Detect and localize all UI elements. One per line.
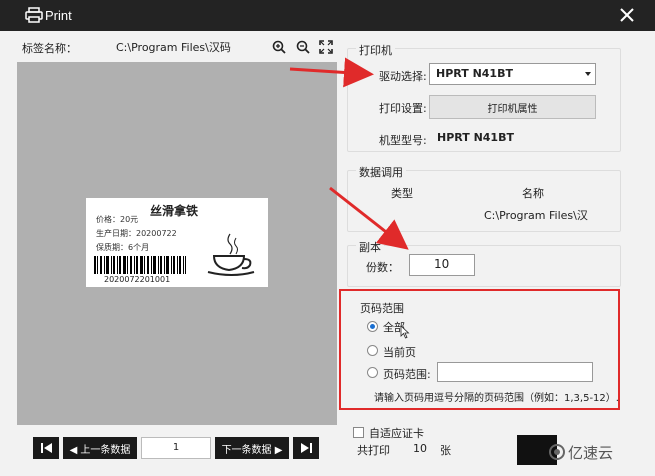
coffee-cup-icon xyxy=(207,233,255,276)
printer-properties-button[interactable]: 打印机属性 xyxy=(429,95,596,119)
auto-card-label[interactable]: 自适应证卡 xyxy=(369,425,424,441)
driver-select[interactable]: HPRT N41BT xyxy=(429,63,596,85)
zoom-in-icon[interactable] xyxy=(272,40,286,54)
page-range-input[interactable] xyxy=(437,362,593,382)
close-icon[interactable] xyxy=(617,5,637,25)
barcode xyxy=(94,256,186,274)
page-range-hint: 请输入页码用逗号分隔的页码范围（例如：1,3,5-12）. xyxy=(374,393,619,404)
auto-card-checkbox[interactable] xyxy=(353,427,364,438)
total-prefix: 共打印 xyxy=(357,444,390,457)
copies-label: 份数： xyxy=(366,261,399,274)
settings-label: 打印设置: xyxy=(379,102,427,115)
copies-group-title: 副本 xyxy=(356,239,384,255)
printer-group-title: 打印机 xyxy=(356,42,395,58)
total-suffix: 张 xyxy=(440,444,451,457)
next-record-button[interactable]: 下一条数据 ▶ xyxy=(215,437,289,459)
radio-current-page[interactable] xyxy=(367,345,378,356)
driver-label: 驱动选择: xyxy=(379,70,427,83)
total-value: 10 xyxy=(413,442,427,455)
model-label: 机型型号: xyxy=(379,134,427,147)
watermark-text: 亿速云 xyxy=(568,444,614,462)
first-icon xyxy=(40,443,52,453)
record-index-input[interactable]: 1 xyxy=(141,437,211,459)
title-bar: Print xyxy=(0,0,655,31)
prev-record-button[interactable]: ◀ 上一条数据 xyxy=(63,437,137,459)
label-preview-card: 丝滑拿铁 价格：20元 生产日期：20200722 保质期：6个月 202007… xyxy=(86,198,268,287)
zoom-out-icon[interactable] xyxy=(296,40,310,54)
chevron-down-icon xyxy=(585,72,591,76)
radio-page-range[interactable] xyxy=(367,367,378,378)
price-line: 价格：20元 xyxy=(96,215,139,224)
first-record-button[interactable] xyxy=(33,437,59,459)
data-source-name[interactable]: C:\Program Files\汉 xyxy=(484,207,588,223)
radio-current-page-label[interactable]: 当前页 xyxy=(383,344,416,360)
logo-icon xyxy=(549,444,565,460)
record-nav: ◀ 上一条数据 1 下一条数据 ▶ xyxy=(33,437,319,459)
data-group-title: 数据调用 xyxy=(356,164,406,180)
cursor-icon xyxy=(400,325,410,339)
shelf-life-line: 保质期：6个月 xyxy=(96,243,150,252)
fit-screen-icon[interactable] xyxy=(319,40,333,54)
window-title: Print xyxy=(45,8,72,23)
last-icon xyxy=(300,443,312,453)
last-record-button[interactable] xyxy=(293,437,319,459)
copies-input[interactable]: 10 xyxy=(409,254,475,276)
radio-page-range-label[interactable]: 页码范围: xyxy=(383,366,431,382)
label-path: C:\Program Files\汉码 xyxy=(116,41,231,54)
printer-icon xyxy=(25,7,43,23)
model-value: HPRT N41BT xyxy=(437,131,514,144)
name-column-header: 名称 xyxy=(522,187,544,200)
type-column-header: 类型 xyxy=(391,187,413,200)
label-name-text: 标签名称： xyxy=(22,42,77,55)
production-date-line: 生产日期：20200722 xyxy=(96,229,177,238)
product-title: 丝滑拿铁 xyxy=(150,204,199,218)
page-range-title: 页码范围 xyxy=(357,300,407,316)
barcode-number: 2020072201001 xyxy=(104,275,171,284)
driver-select-value: HPRT N41BT xyxy=(436,67,513,80)
radio-all[interactable] xyxy=(367,321,378,332)
